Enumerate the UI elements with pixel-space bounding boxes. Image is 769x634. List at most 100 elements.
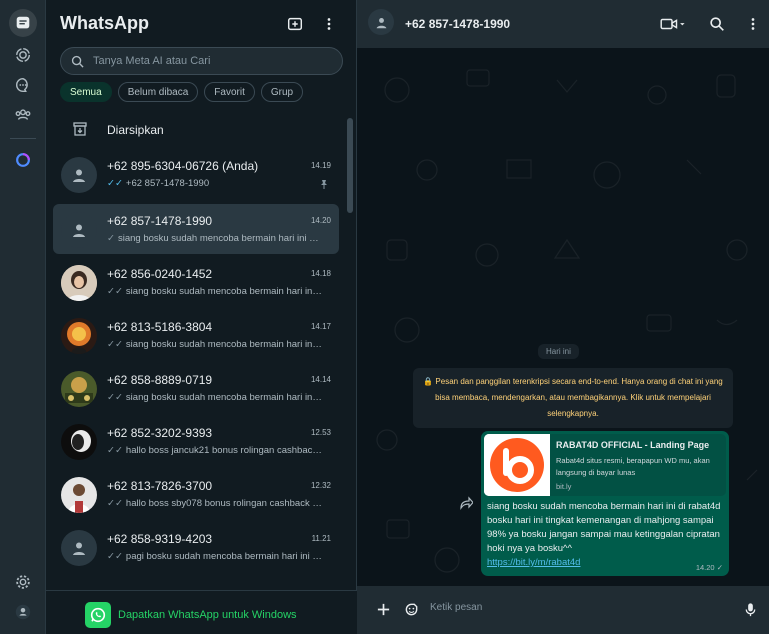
chat-time: 14.18 xyxy=(310,269,331,278)
message-input[interactable]: Ketik pesan xyxy=(430,602,482,613)
chat-item[interactable]: +62 858-9319-4203 11.21 ✓✓ pagi bosku sud… xyxy=(53,522,339,572)
video-call-icon[interactable] xyxy=(655,13,689,35)
chat-time: 12.53 xyxy=(310,428,331,437)
default-avatar-icon xyxy=(73,224,85,237)
menu-icon[interactable] xyxy=(318,13,340,35)
chat-item-partial[interactable] xyxy=(53,575,339,581)
app-title: WhatsApp xyxy=(60,13,149,33)
chat-item[interactable]: +62 858-8889-0719 14.14 ✓✓ siang bosku su… xyxy=(53,363,339,413)
chat-name: +62 858-8889-0719 xyxy=(107,373,213,387)
chat-time: 14.20 xyxy=(310,216,331,225)
sent-check-icon: ✓ xyxy=(107,233,115,244)
avatar xyxy=(61,265,97,301)
conversation-menu-icon[interactable] xyxy=(742,13,764,35)
contact-avatar[interactable] xyxy=(368,9,394,35)
contact-name[interactable]: +62 857-1478-1990 xyxy=(405,17,510,31)
chat-name: +62 852-3202-9393 xyxy=(107,426,213,440)
avatar xyxy=(61,477,97,513)
chat-item[interactable]: +62 813-5186-3804 14.17 ✓✓ siang bosku su… xyxy=(53,310,339,360)
search-input[interactable]: Tanya Meta AI atau Cari xyxy=(60,47,343,75)
default-avatar-icon xyxy=(73,169,85,182)
archive-icon xyxy=(73,122,87,136)
chat-preview: ✓ siang bosku sudah mencoba bermain hari … xyxy=(107,233,322,244)
delivered-check-icon: ✓✓ xyxy=(107,498,123,509)
conversation-panel: +62 857-1478-1990 Hari ini 🔒 Pesan dan p… xyxy=(357,0,769,634)
communities-icon[interactable] xyxy=(9,101,37,129)
chat-list-scrollbar[interactable] xyxy=(347,118,353,213)
chat-preview-text: hallo boss jancuk21 bonus rolingan cashb… xyxy=(125,445,322,456)
chat-preview: ✓✓ +62 857-1478-1990 xyxy=(107,178,322,189)
status-icon[interactable] xyxy=(9,41,37,69)
chat-list-panel: WhatsApp Tanya Meta AI atau Cari Semua B… xyxy=(46,0,357,634)
chat-name: +62 895-6304-06726 (Anda) xyxy=(107,159,259,173)
default-avatar-icon xyxy=(376,17,386,28)
avatar xyxy=(61,212,97,248)
contact-photo xyxy=(61,371,97,407)
conversation-header[interactable]: +62 857-1478-1990 xyxy=(357,0,769,48)
whatsapp-logo-icon xyxy=(85,602,111,628)
new-chat-icon[interactable] xyxy=(284,13,306,35)
delivered-check-icon: ✓✓ xyxy=(107,392,123,403)
chat-item[interactable]: +62 856-0240-1452 14.18 ✓✓ siang bosku su… xyxy=(53,257,339,307)
chat-time: 14.19 xyxy=(310,161,331,170)
link-description: Rabat4d situs resmi, berapapun WD mu, ak… xyxy=(556,456,710,477)
chat-name: +62 856-0240-1452 xyxy=(107,267,213,281)
archived-label: Diarsipkan xyxy=(107,123,164,137)
pin-icon xyxy=(321,180,327,189)
chat-item-selected[interactable]: +62 857-1478-1990 14.20 ✓ siang bosku sud… xyxy=(53,204,339,254)
profile-icon[interactable] xyxy=(9,598,37,626)
delivered-check-icon: ✓✓ xyxy=(107,445,123,456)
contact-photo xyxy=(61,424,97,460)
navigation-rail xyxy=(0,0,46,634)
chat-time: 14.14 xyxy=(310,375,331,384)
message-text: siang bosku sudah mencoba bermain hari i… xyxy=(487,501,721,554)
date-separator: Hari ini xyxy=(538,344,579,359)
chat-preview: ✓✓ siang bosku sudah mencoba bermain hari… xyxy=(107,286,322,297)
filter-favorites[interactable]: Favorit xyxy=(204,82,255,102)
chat-item[interactable]: +62 852-3202-9393 12.53 ✓✓ hallo boss jan… xyxy=(53,416,339,466)
link-domain: bit.ly xyxy=(556,482,572,491)
settings-icon[interactable] xyxy=(9,568,37,596)
chats-icon[interactable] xyxy=(9,9,37,37)
chat-preview-text: siang bosku sudah mencoba bermain hari i… xyxy=(125,339,322,350)
chat-item[interactable]: +62 895-6304-06726 (Anda) 14.19 ✓✓ +62 85… xyxy=(53,149,339,199)
filter-chips: Semua Belum dibaca Favorit Grup xyxy=(60,82,304,102)
link-title: RABAT4D OFFICIAL - Landing Page xyxy=(556,440,710,450)
download-promo[interactable]: Dapatkan WhatsApp untuk Windows xyxy=(46,590,357,634)
filter-all[interactable]: Semua xyxy=(60,82,112,102)
link-preview-image xyxy=(484,434,550,496)
chat-name: +62 858-9319-4203 xyxy=(107,532,213,546)
read-receipt-icon: ✓✓ xyxy=(107,178,123,189)
filter-unread[interactable]: Belum dibaca xyxy=(117,82,199,102)
microphone-icon[interactable] xyxy=(740,599,760,619)
forward-icon[interactable] xyxy=(459,496,473,510)
chat-time: 12.32 xyxy=(310,481,331,490)
delivered-check-icon: ✓✓ xyxy=(107,551,123,562)
avatar xyxy=(61,318,97,354)
avatar xyxy=(61,157,97,193)
filter-groups[interactable]: Grup xyxy=(260,82,304,102)
chat-preview-text: hallo boss sby078 bonus rolingan cashbac… xyxy=(125,498,322,509)
chat-preview: ✓✓ hallo boss jancuk21 bonus rolingan cas… xyxy=(107,445,322,456)
link-preview[interactable]: RABAT4D OFFICIAL - Landing Page Rabat4d … xyxy=(484,434,726,496)
search-icon[interactable] xyxy=(706,13,728,35)
emoji-sticker-icon[interactable] xyxy=(401,599,421,619)
delivered-check-icon: ✓✓ xyxy=(107,339,123,350)
default-avatar-icon xyxy=(73,542,85,555)
chat-preview-text: +62 857-1478-1990 xyxy=(125,178,210,189)
outgoing-message[interactable]: RABAT4D OFFICIAL - Landing Page Rabat4d … xyxy=(481,431,729,576)
sent-check-icon: ✓ xyxy=(716,563,723,572)
message-timestamp: 14.20 xyxy=(695,563,715,572)
chat-list: +62 895-6304-06726 (Anda) 14.19 ✓✓ +62 85… xyxy=(46,149,346,581)
encryption-notice[interactable]: 🔒 Pesan dan panggilan terenkripsi secara… xyxy=(413,368,733,428)
message-time: 14.20 ✓ xyxy=(696,563,723,572)
chat-item[interactable]: +62 813-7826-3700 12.32 ✓✓ hallo boss sby… xyxy=(53,469,339,519)
channels-icon[interactable] xyxy=(9,71,37,99)
message-url[interactable]: https://bit.ly/m/rabat4d xyxy=(487,557,580,568)
meta-ai-icon[interactable] xyxy=(9,146,37,174)
avatar xyxy=(61,424,97,460)
chat-name: +62 857-1478-1990 xyxy=(107,214,213,228)
chat-time: 14.17 xyxy=(310,322,331,331)
archived-row[interactable]: Diarsipkan xyxy=(46,113,346,145)
attach-icon[interactable] xyxy=(373,599,393,619)
